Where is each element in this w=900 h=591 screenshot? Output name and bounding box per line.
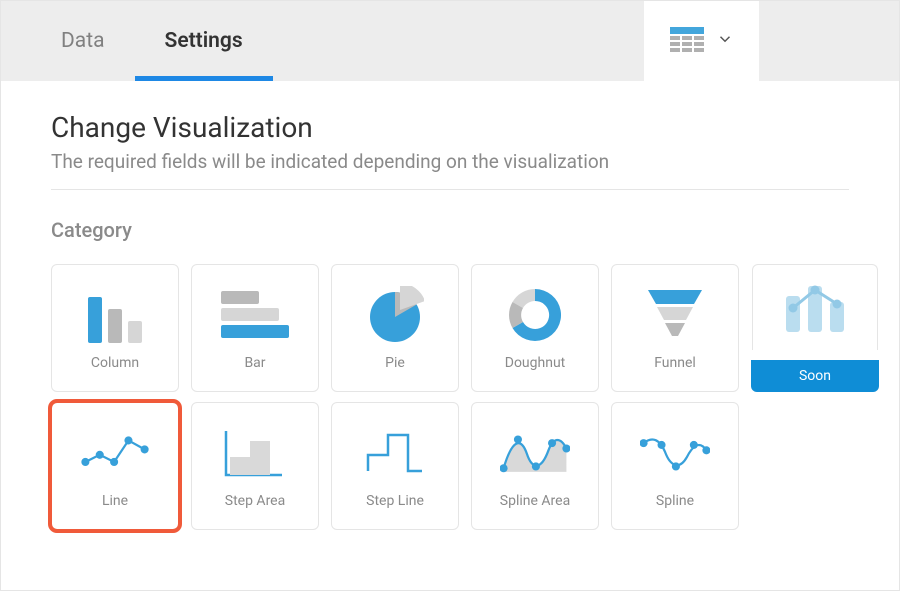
spline-area-chart-icon (500, 423, 570, 483)
table-grid-icon (670, 27, 704, 55)
tile-doughnut[interactable]: Doughnut (471, 264, 599, 392)
spline-chart-icon (640, 423, 710, 483)
doughnut-chart-icon (500, 285, 570, 345)
tile-label: Pie (385, 355, 405, 371)
tab-settings[interactable]: Settings (135, 1, 273, 81)
tile-step-area[interactable]: Step Area (191, 402, 319, 530)
page-title: Change Visualization (51, 111, 849, 144)
tile-label: Column (91, 355, 139, 371)
page-subtitle: The required fields will be indicated de… (51, 150, 849, 173)
tile-label: Funnel (654, 355, 696, 371)
bar-chart-icon (220, 285, 290, 345)
tile-funnel[interactable]: Funnel (611, 264, 739, 392)
step-area-chart-icon (220, 423, 290, 483)
tile-label: Bar (244, 355, 265, 371)
tile-column[interactable]: Column (51, 264, 179, 392)
tile-label: Line (102, 493, 128, 509)
category-heading: Category (51, 218, 849, 242)
content-area: Change Visualization The required fields… (1, 81, 899, 550)
combo-chart-icon (780, 276, 850, 338)
tile-bar[interactable]: Bar (191, 264, 319, 392)
settings-panel: Data Settings (0, 0, 900, 591)
soon-badge: Soon (751, 360, 879, 392)
tab-data[interactable]: Data (31, 1, 135, 81)
divider (51, 189, 849, 190)
pie-chart-icon (360, 285, 430, 345)
funnel-chart-icon (640, 285, 710, 345)
visualization-dropdown[interactable] (644, 1, 759, 81)
tab-bar: Data Settings (1, 1, 899, 81)
tile-label: Step Line (366, 493, 424, 509)
tile-label: Spline Area (500, 493, 570, 509)
tile-label: Step Area (225, 493, 285, 509)
line-chart-icon (80, 423, 150, 483)
tile-label: Doughnut (505, 355, 566, 371)
chevron-down-icon (716, 30, 734, 52)
column-chart-icon (80, 285, 150, 345)
tile-pie[interactable]: Pie (331, 264, 459, 392)
tile-spline[interactable]: Spline (611, 402, 739, 530)
tile-line[interactable]: Line (51, 402, 179, 530)
step-line-chart-icon (360, 423, 430, 483)
tile-step-line[interactable]: Step Line (331, 402, 459, 530)
tile-spline-area[interactable]: Spline Area (471, 402, 599, 530)
visualization-grid: Column Bar (51, 264, 849, 530)
tile-soon[interactable]: Soon (751, 264, 879, 392)
tile-label: Spline (656, 493, 694, 509)
